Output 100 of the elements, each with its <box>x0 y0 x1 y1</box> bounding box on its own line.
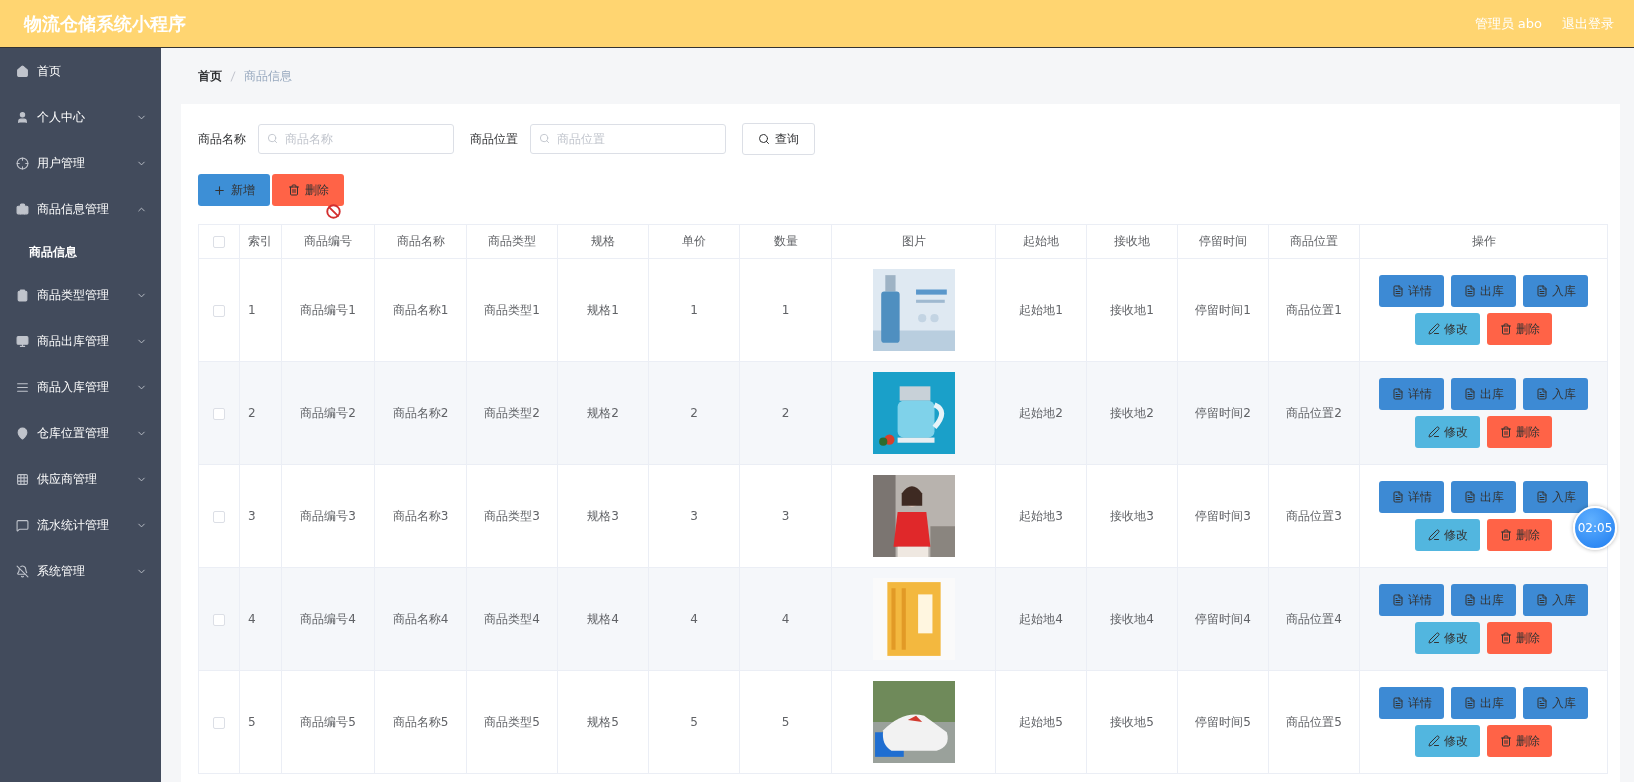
table-cell: 接收地2 <box>1086 361 1178 465</box>
document-icon <box>1391 285 1404 297</box>
query-button[interactable]: 查询 <box>742 123 815 155</box>
sidebar-item[interactable]: 商品信息管理 <box>0 186 161 232</box>
breadcrumb-item: 商品信息 <box>244 67 292 85</box>
breadcrumb-item[interactable]: 首页 <box>198 67 222 85</box>
sidebar-item[interactable]: 个人中心 <box>0 94 161 140</box>
action-button[interactable]: 出库 <box>1451 378 1516 410</box>
table-cell: 商品编号1 <box>281 258 375 362</box>
table-cell: 3 <box>739 464 832 568</box>
search-icon <box>758 133 770 145</box>
sidebar-item[interactable]: 仓库位置管理 <box>0 410 161 456</box>
column-header: 商品名称 <box>374 224 467 259</box>
action-button[interactable]: 详情 <box>1379 378 1444 410</box>
table-cell: 起始地5 <box>995 670 1087 774</box>
delete-button[interactable]: 删除 <box>1487 416 1552 448</box>
edit-button[interactable]: 修改 <box>1415 416 1480 448</box>
action-button[interactable]: 入库 <box>1523 481 1588 513</box>
sidebar-item[interactable]: 商品出库管理 <box>0 318 161 364</box>
action-button[interactable]: 详情 <box>1379 584 1444 616</box>
column-header: 接收地 <box>1086 224 1178 259</box>
row-checkbox[interactable] <box>213 716 225 729</box>
briefcase-icon <box>16 202 29 216</box>
column-header: 单价 <box>648 224 740 259</box>
clipboard-icon <box>16 288 29 302</box>
sidebar-item[interactable]: 供应商管理 <box>0 456 161 502</box>
table-cell: 商品位置2 <box>1268 361 1360 465</box>
table-cell: 1 <box>648 258 740 362</box>
document-icon <box>1391 594 1404 606</box>
sidebar-item[interactable]: 用户管理 <box>0 140 161 186</box>
document-icon <box>1391 491 1404 503</box>
sidebar-item[interactable]: 系统管理 <box>0 548 161 594</box>
select-all-checkbox[interactable] <box>213 236 225 248</box>
action-button[interactable]: 出库 <box>1451 481 1516 513</box>
action-button[interactable]: 详情 <box>1379 275 1444 307</box>
sidebar-item[interactable]: 商品入库管理 <box>0 364 161 410</box>
sidebar-item[interactable]: 首页 <box>0 48 161 94</box>
table-cell: 商品编号5 <box>281 670 375 774</box>
delete-button[interactable]: 删除 <box>1487 622 1552 654</box>
edit-button[interactable]: 修改 <box>1415 725 1480 757</box>
table-cell: 1 <box>739 258 832 362</box>
table-cell: 规格1 <box>557 258 649 362</box>
table-cell: 接收地5 <box>1086 670 1178 774</box>
document-icon <box>1535 285 1548 297</box>
table-cell: 商品位置3 <box>1268 464 1360 568</box>
delete-button[interactable]: 删除 <box>1487 519 1552 551</box>
pen-icon <box>1427 632 1440 644</box>
document-icon <box>1535 491 1548 503</box>
table-cell: 1 <box>239 258 282 362</box>
sidebar-item[interactable]: 商品类型管理 <box>0 272 161 318</box>
bell-icon <box>16 564 29 578</box>
delete-button[interactable]: 删除 <box>1487 725 1552 757</box>
pen-icon <box>1427 426 1440 438</box>
action-button[interactable]: 出库 <box>1451 275 1516 307</box>
action-button[interactable]: 出库 <box>1451 687 1516 719</box>
action-button[interactable]: 出库 <box>1451 584 1516 616</box>
table-cell: 商品类型4 <box>466 567 558 671</box>
action-button[interactable]: 入库 <box>1523 275 1588 307</box>
table-cell: 商品类型2 <box>466 361 558 465</box>
sidebar-subitem[interactable]: 商品信息 <box>0 232 161 272</box>
document-icon <box>1463 594 1476 606</box>
action-button[interactable]: 入库 <box>1523 687 1588 719</box>
plus-icon <box>213 183 226 197</box>
not-allowed-cursor-icon <box>326 204 341 219</box>
table-cell: 商品位置1 <box>1268 258 1360 362</box>
row-checkbox[interactable] <box>213 613 225 626</box>
table-cell: 停留时间5 <box>1177 670 1269 774</box>
table-cell: 接收地4 <box>1086 567 1178 671</box>
trash-icon <box>1499 323 1512 335</box>
row-checkbox[interactable] <box>213 407 225 420</box>
sidebar-item[interactable]: 流水统计管理 <box>0 502 161 548</box>
table-cell: 4 <box>648 567 740 671</box>
document-icon <box>1535 697 1548 709</box>
search-icon <box>539 133 550 144</box>
action-button[interactable]: 详情 <box>1379 481 1444 513</box>
user-icon <box>16 110 29 124</box>
table-cell: 商品名称1 <box>374 258 467 362</box>
edit-button[interactable]: 修改 <box>1415 519 1480 551</box>
pin-icon <box>16 426 29 440</box>
edit-button[interactable]: 修改 <box>1415 622 1480 654</box>
delete-button[interactable]: 删除 <box>1487 313 1552 345</box>
action-button[interactable]: 详情 <box>1379 687 1444 719</box>
grid-icon <box>16 472 29 486</box>
delete-button[interactable]: 删除 <box>272 174 344 206</box>
row-checkbox[interactable] <box>213 510 225 523</box>
column-header: 商品位置 <box>1268 224 1360 259</box>
action-button[interactable]: 入库 <box>1523 584 1588 616</box>
trash-icon <box>1499 529 1512 541</box>
add-button[interactable]: 新增 <box>198 174 270 206</box>
action-button[interactable]: 入库 <box>1523 378 1588 410</box>
trash-icon <box>1499 735 1512 747</box>
row-checkbox[interactable] <box>213 304 225 317</box>
table-cell: 起始地4 <box>995 567 1087 671</box>
edit-button[interactable]: 修改 <box>1415 313 1480 345</box>
table-cell: 4 <box>739 567 832 671</box>
pen-icon <box>1427 735 1440 747</box>
field-label: 商品位置 <box>470 130 518 148</box>
document-icon <box>1463 285 1476 297</box>
document-icon <box>1535 388 1548 400</box>
search-field[interactable]: 商品名称 <box>258 124 454 154</box>
